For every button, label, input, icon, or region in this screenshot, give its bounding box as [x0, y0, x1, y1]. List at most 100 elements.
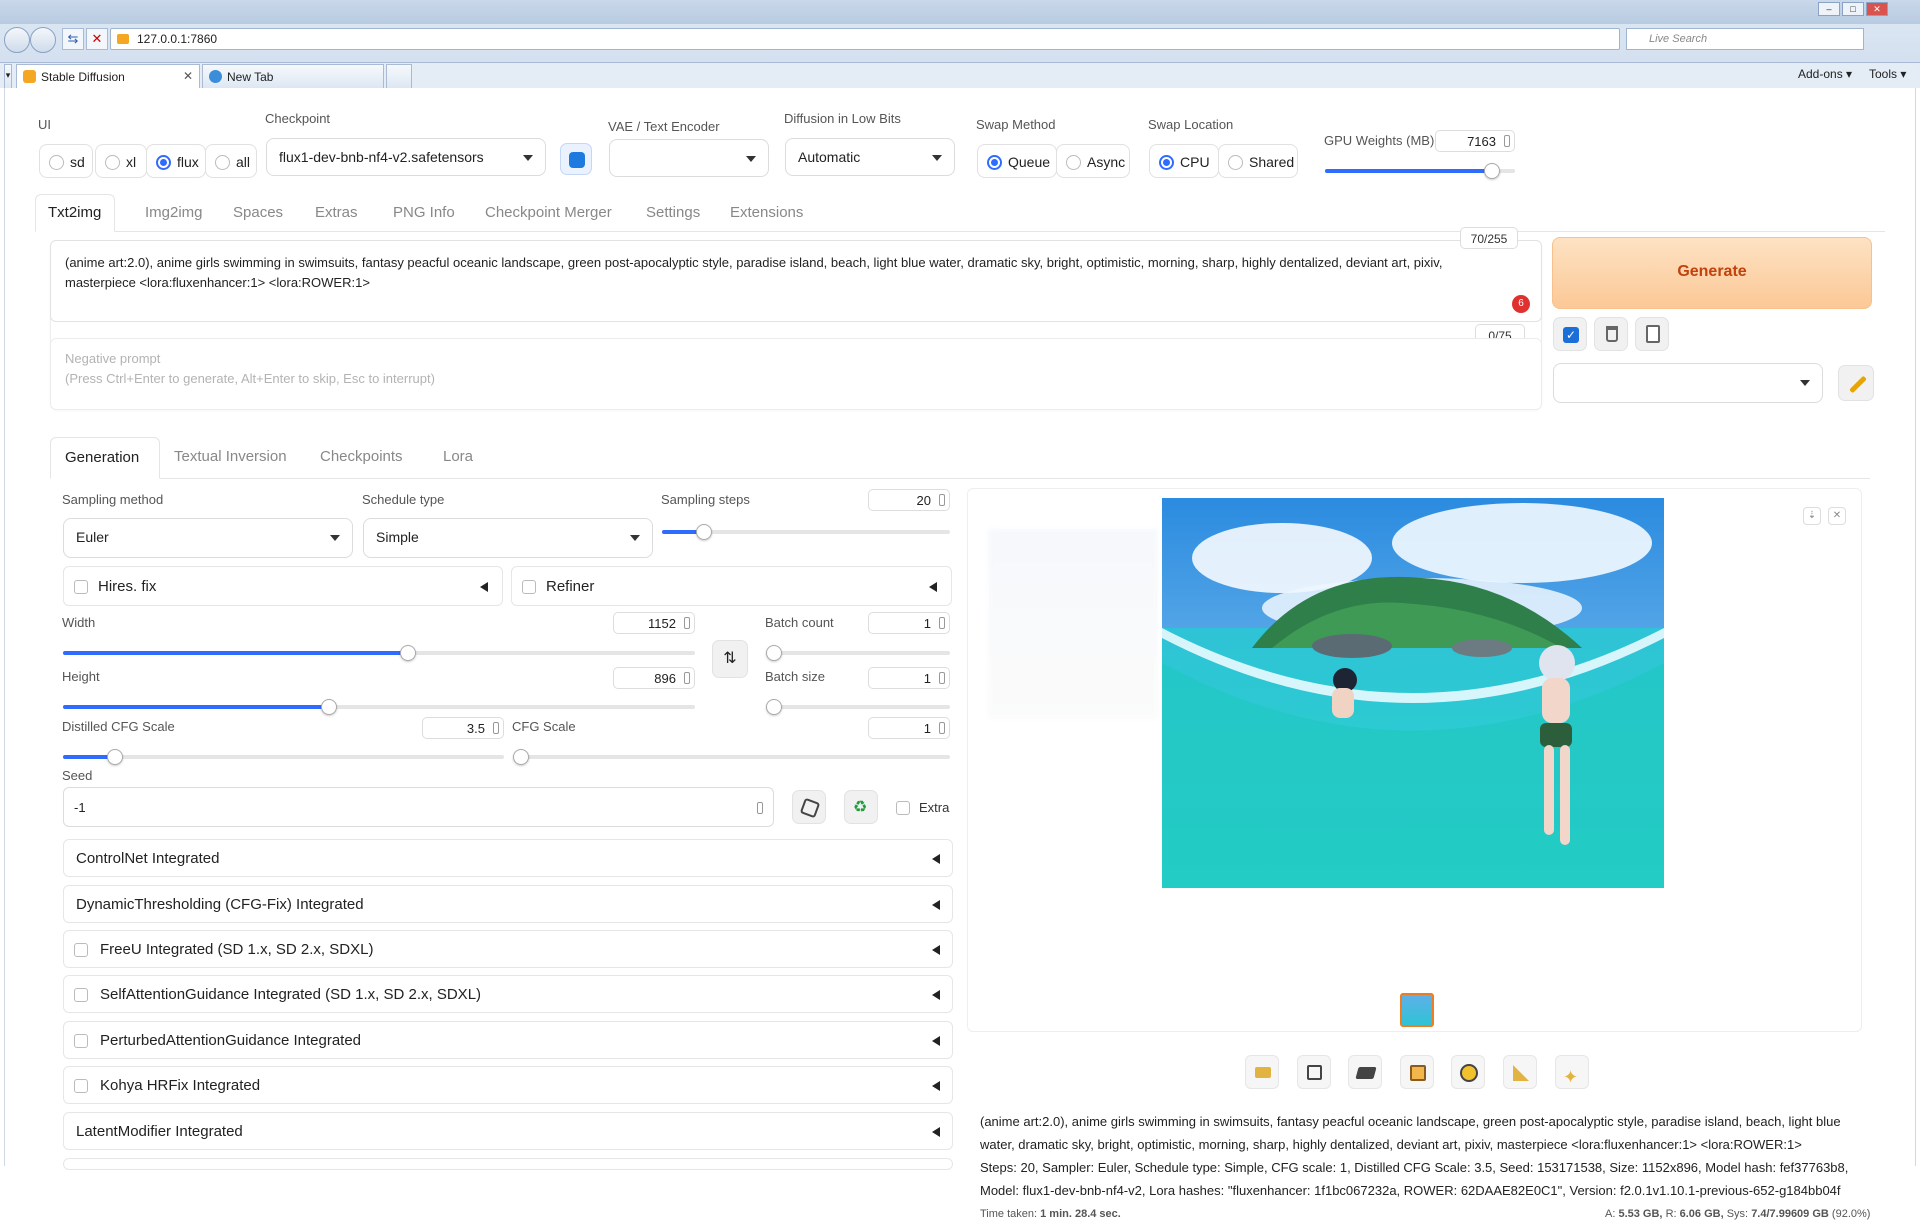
swap-dimensions-button[interactable]: ⇅ [712, 640, 748, 678]
ui-radio-sd[interactable]: sd [39, 144, 93, 178]
spellcheck-badge[interactable]: 6 [1512, 295, 1530, 313]
tab-textual-inversion[interactable]: Textual Inversion [174, 448, 287, 465]
refresh-checkpoints-button[interactable] [560, 143, 592, 175]
lowbits-dropdown[interactable]: Automatic [785, 138, 955, 176]
batch-size-slider[interactable] [766, 699, 950, 715]
extra-seed-checkbox[interactable] [896, 801, 910, 815]
hires-fix-accordion[interactable]: Hires. fix [63, 566, 503, 606]
accordion-latent-modifier[interactable]: LatentModifier Integrated [63, 1112, 953, 1150]
negative-prompt-textarea[interactable]: Negative prompt (Press Ctrl+Enter to gen… [50, 338, 1542, 410]
tab-img2img[interactable]: Img2img [145, 204, 203, 221]
sag-checkbox[interactable] [74, 988, 88, 1002]
new-tab-button[interactable] [386, 64, 412, 88]
tab-list-dropdown[interactable]: ▾ [4, 64, 12, 88]
tab-extensions[interactable]: Extensions [730, 204, 803, 221]
close-icon[interactable]: ✕ [1828, 507, 1846, 525]
vae-dropdown[interactable] [609, 139, 769, 177]
sampling-method-dropdown[interactable]: Euler [63, 518, 353, 558]
hires-fix-checkbox[interactable] [74, 580, 88, 594]
tab-settings[interactable]: Settings [646, 204, 700, 221]
batch-count-input[interactable]: 1 [868, 612, 950, 634]
swap-method-async[interactable]: Async [1056, 144, 1130, 178]
freeu-checkbox[interactable] [74, 943, 88, 957]
reuse-seed-button[interactable]: ♻ [844, 790, 878, 824]
browser-tab-stable-diffusion[interactable]: Stable Diffusion ✕ [16, 64, 200, 88]
tab-png-info[interactable]: PNG Info [393, 204, 455, 221]
edit-styles-button[interactable] [1838, 365, 1874, 401]
height-input[interactable]: 896 [613, 667, 695, 689]
close-tab-icon[interactable]: ✕ [183, 69, 193, 83]
stop-icon[interactable]: ✕ [86, 28, 108, 50]
swap-location-shared[interactable]: Shared [1218, 144, 1298, 178]
accordion-perturbed-attention-guidance[interactable]: PerturbedAttentionGuidance Integrated [63, 1021, 953, 1059]
checkpoint-dropdown[interactable]: flux1-dev-bnb-nf4-v2.safetensors [266, 138, 546, 176]
generated-image[interactable] [1162, 498, 1664, 888]
sampling-steps-slider[interactable] [662, 524, 950, 540]
open-folder-button[interactable] [1245, 1055, 1279, 1089]
save-button[interactable] [1297, 1055, 1331, 1089]
slider-thumb[interactable] [766, 645, 782, 661]
tab-lora[interactable]: Lora [443, 448, 473, 465]
prompt-textarea[interactable]: (anime art:2.0), anime girls swimming in… [50, 240, 1542, 322]
width-slider[interactable] [63, 645, 695, 661]
width-input[interactable]: 1152 [613, 612, 695, 634]
close-window-button[interactable]: ✕ [1866, 2, 1888, 16]
gpu-weights-slider[interactable] [1325, 163, 1515, 179]
styles-dropdown[interactable] [1553, 363, 1823, 403]
ui-radio-flux[interactable]: flux [146, 144, 206, 178]
generate-button[interactable]: Generate [1552, 237, 1872, 309]
seed-input[interactable]: -1 [63, 787, 774, 827]
slider-thumb[interactable] [1484, 163, 1501, 179]
address-bar[interactable]: 127.0.0.1:7860 [110, 28, 1620, 50]
slider-thumb[interactable] [107, 749, 123, 765]
accordion-next[interactable] [63, 1158, 953, 1170]
ui-radio-xl[interactable]: xl [95, 144, 147, 178]
upscale-button[interactable]: ✦ [1555, 1055, 1589, 1089]
tab-generation[interactable]: Generation [50, 437, 160, 479]
tab-checkpoint-merger[interactable]: Checkpoint Merger [485, 204, 612, 221]
tools-menu[interactable]: Tools ▾ [1869, 67, 1906, 81]
show-extra-networks-button[interactable]: ✓ [1553, 317, 1587, 351]
send-to-inpaint-button[interactable] [1451, 1055, 1485, 1089]
zip-button[interactable] [1348, 1055, 1382, 1089]
browser-tab-new[interactable]: New Tab [202, 64, 384, 88]
refiner-accordion[interactable]: Refiner [511, 566, 952, 606]
height-slider[interactable] [63, 699, 695, 715]
slider-thumb[interactable] [321, 699, 337, 715]
pag-checkbox[interactable] [74, 1034, 88, 1048]
download-icon[interactable]: ⇣ [1803, 507, 1821, 525]
search-box[interactable]: Live Search [1626, 28, 1864, 50]
forward-button[interactable] [30, 27, 56, 53]
gallery-thumbnail[interactable] [1400, 993, 1434, 1027]
gpu-weights-input[interactable]: 7163 [1435, 130, 1515, 152]
send-to-img2img-button[interactable] [1400, 1055, 1434, 1089]
minimize-button[interactable]: – [1818, 2, 1840, 16]
back-button[interactable] [4, 27, 30, 53]
accordion-freeu[interactable]: FreeU Integrated (SD 1.x, SD 2.x, SDXL) [63, 930, 953, 968]
swap-method-queue[interactable]: Queue [977, 144, 1057, 178]
refresh-icon[interactable]: ⇆ [62, 28, 84, 50]
batch-count-slider[interactable] [766, 645, 950, 661]
accordion-kohya-hrfix[interactable]: Kohya HRFix Integrated [63, 1066, 953, 1104]
slider-thumb[interactable] [696, 524, 712, 540]
send-to-extras-button[interactable] [1503, 1055, 1537, 1089]
accordion-controlnet[interactable]: ControlNet Integrated [63, 839, 953, 877]
clear-prompt-button[interactable] [1594, 317, 1628, 351]
tab-checkpoints[interactable]: Checkpoints [320, 448, 403, 465]
batch-size-input[interactable]: 1 [868, 667, 950, 689]
tab-txt2img[interactable]: Txt2img [35, 194, 115, 232]
slider-thumb[interactable] [400, 645, 416, 661]
kohya-hrfix-checkbox[interactable] [74, 1079, 88, 1093]
slider-thumb[interactable] [766, 699, 782, 715]
cfg-scale-input[interactable]: 1 [868, 717, 950, 739]
tab-extras[interactable]: Extras [315, 204, 358, 221]
slider-thumb[interactable] [513, 749, 529, 765]
distilled-cfg-slider[interactable] [63, 749, 504, 765]
ui-radio-all[interactable]: all [205, 144, 257, 178]
swap-location-cpu[interactable]: CPU [1149, 144, 1219, 178]
tab-spaces[interactable]: Spaces [233, 204, 283, 221]
accordion-self-attention-guidance[interactable]: SelfAttentionGuidance Integrated (SD 1.x… [63, 975, 953, 1013]
distilled-cfg-input[interactable]: 3.5 [422, 717, 504, 739]
maximize-button[interactable]: □ [1842, 2, 1864, 16]
schedule-type-dropdown[interactable]: Simple [363, 518, 653, 558]
